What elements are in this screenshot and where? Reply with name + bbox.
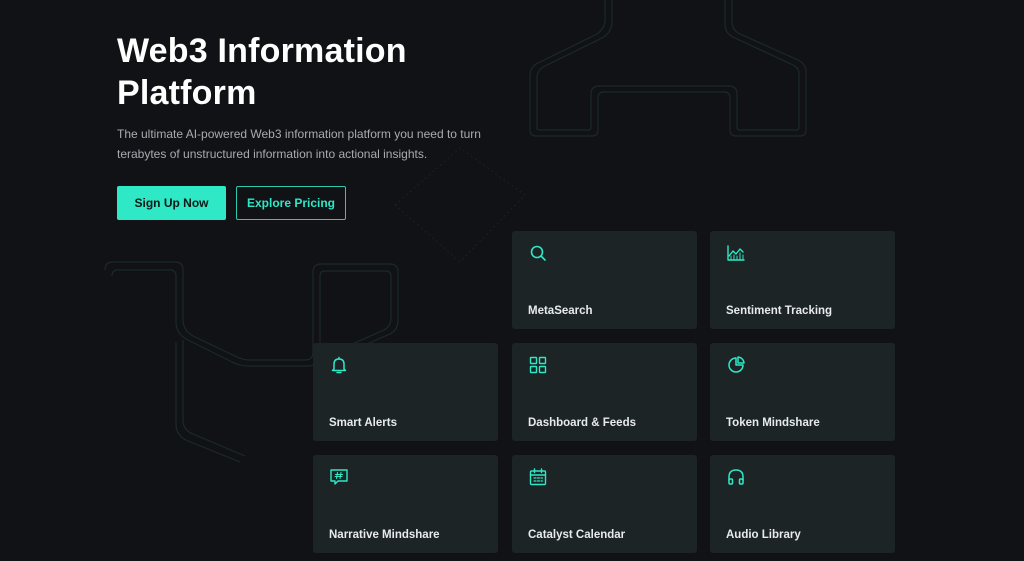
feature-card-label: Audio Library <box>726 529 801 541</box>
feature-card-narrative-mindshare[interactable]: Narrative Mindshare <box>313 455 498 553</box>
hashtag-message-icon <box>329 467 349 487</box>
dashboard-grid-icon <box>528 355 548 375</box>
hero-title-line1: Web3 Information <box>117 32 407 70</box>
feature-card-label: Token Mindshare <box>726 417 820 429</box>
feature-card-label: Narrative Mindshare <box>329 529 440 541</box>
chart-trend-icon <box>726 243 746 263</box>
headphones-icon <box>726 467 746 487</box>
feature-card-label: Sentiment Tracking <box>726 305 833 317</box>
feature-card-sentiment-tracking[interactable]: Sentiment Tracking <box>710 231 895 329</box>
calendar-icon <box>528 467 548 487</box>
feature-card-dashboard-feeds[interactable]: Dashboard & Feeds <box>512 343 697 441</box>
hero-subtitle: The ultimate AI-powered Web3 information… <box>117 124 481 164</box>
feature-card-label: Catalyst Calendar <box>528 529 626 541</box>
feature-card-catalyst-calendar[interactable]: Catalyst Calendar <box>512 455 697 553</box>
feature-card-label: Dashboard & Feeds <box>528 417 636 429</box>
sign-up-button[interactable]: Sign Up Now <box>117 186 226 220</box>
feature-card-token-mindshare[interactable]: Token Mindshare <box>710 343 895 441</box>
feature-card-label: Smart Alerts <box>329 417 397 429</box>
hero-subtitle-line2: terabytes of unstructured information in… <box>117 147 428 161</box>
feature-card-audio-library[interactable]: Audio Library <box>710 455 895 553</box>
bell-icon <box>329 355 349 375</box>
explore-pricing-button[interactable]: Explore Pricing <box>236 186 346 220</box>
hero-title: Web3 Information Platform <box>117 30 537 114</box>
search-icon <box>528 243 548 263</box>
hero-title-line2: Platform <box>117 74 257 112</box>
feature-card-smart-alerts[interactable]: Smart Alerts <box>313 343 498 441</box>
pie-chart-icon <box>726 355 746 375</box>
feature-card-metasearch[interactable]: MetaSearch <box>512 231 697 329</box>
feature-card-label: MetaSearch <box>528 305 593 317</box>
hero-subtitle-line1: The ultimate AI-powered Web3 information… <box>117 127 481 141</box>
